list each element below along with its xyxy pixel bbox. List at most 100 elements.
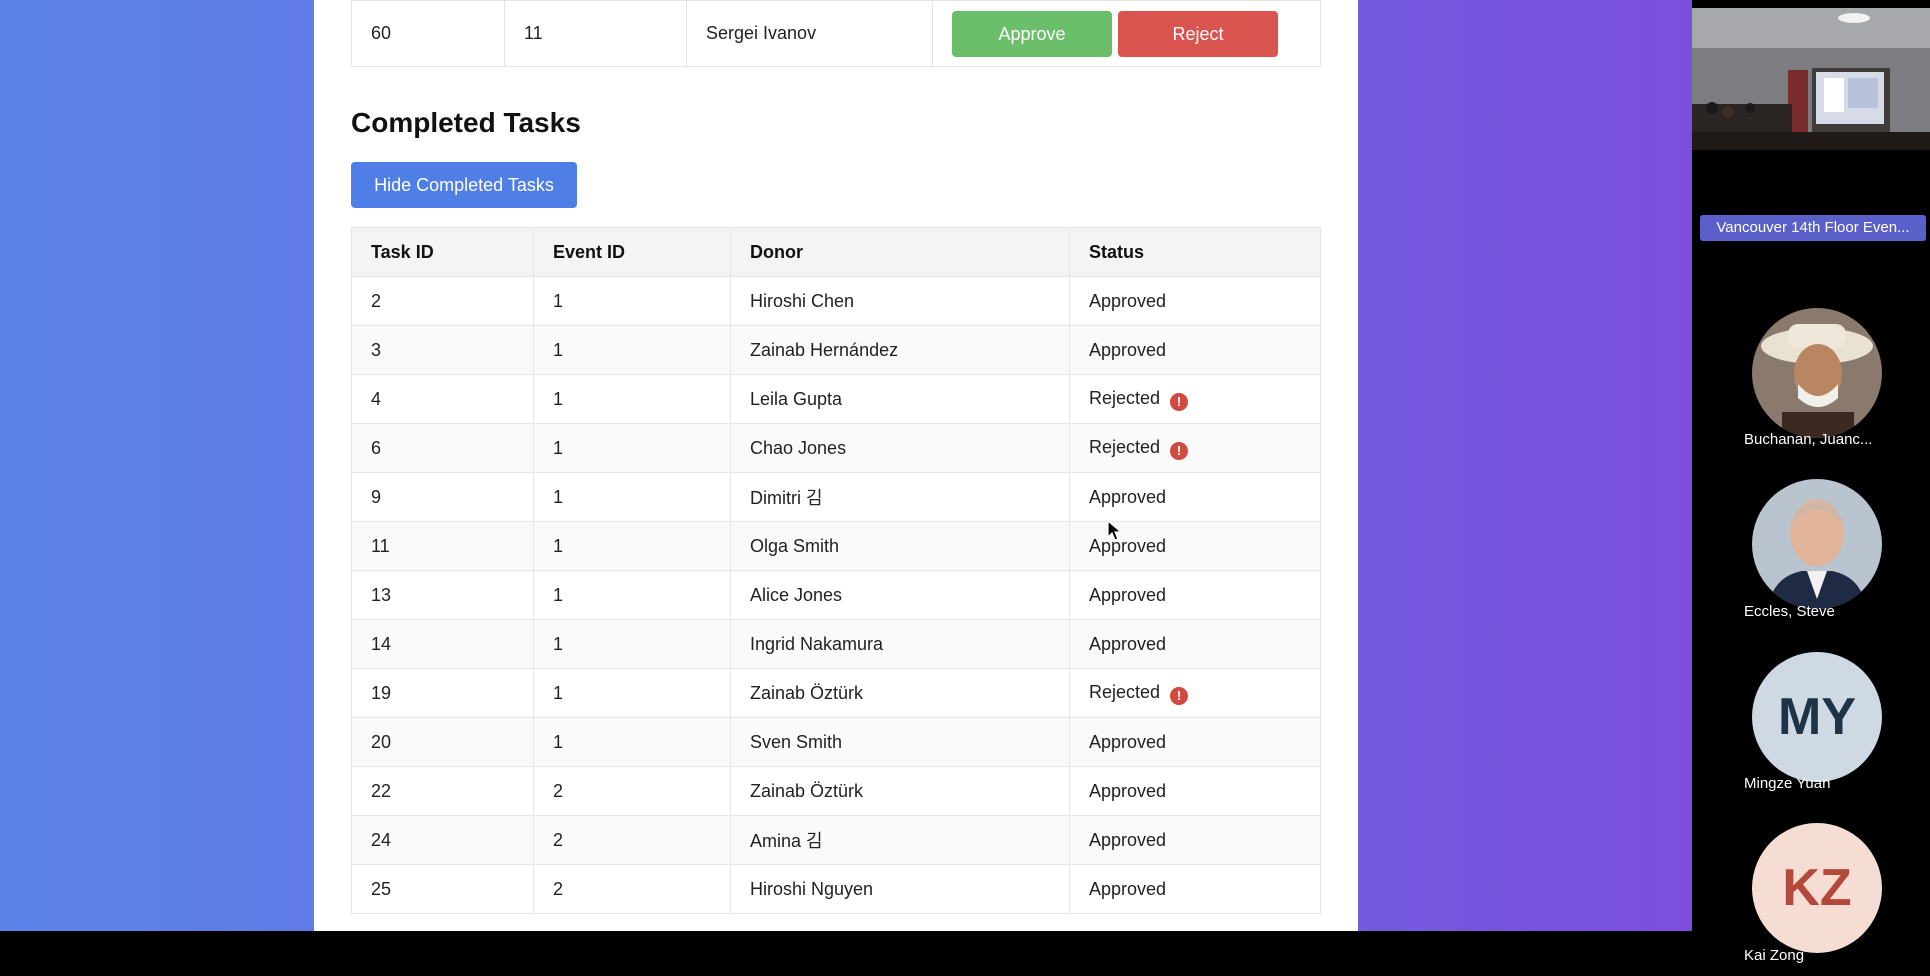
table-row: 6 1 Chao Jones Rejected!: [351, 423, 1321, 473]
pending-tasks-table: 60 11 Sergei Ivanov Approve Reject: [351, 0, 1321, 67]
column-header-event-id: Event ID: [533, 227, 731, 277]
task-id-cell: 9: [351, 472, 534, 522]
avatar: [1752, 479, 1882, 609]
hide-completed-tasks-button[interactable]: Hide Completed Tasks: [351, 162, 577, 208]
table-row: 11 1 Olga Smith Approved: [351, 521, 1321, 571]
donor-cell: Zainab Hernández: [730, 325, 1070, 375]
event-id-cell: 1: [533, 619, 731, 669]
status-label: Approved: [1089, 486, 1167, 507]
donor-cell: Chao Jones: [730, 423, 1070, 473]
completed-tasks-table: Task ID Event ID Donor Status 2 1 Hiroshi …: [351, 227, 1321, 914]
task-id-cell: 13: [351, 570, 534, 620]
event-id-cell: 11: [504, 0, 687, 67]
table-row: 19 1 Zainab Öztürk Rejected!: [351, 668, 1321, 718]
donor-cell: Amina 김: [730, 815, 1070, 865]
participant-name: Kai Zong: [1744, 947, 1805, 964]
event-id-cell: 1: [533, 668, 731, 718]
status-label: Approved: [1089, 829, 1167, 850]
status-cell: Approved: [1069, 864, 1321, 914]
event-id-cell: 1: [533, 423, 731, 473]
donor-cell: Dimitri 김: [730, 472, 1070, 522]
status-label: Approved: [1089, 339, 1167, 360]
exclamation-circle-icon: !: [1170, 686, 1189, 705]
status-label: Approved: [1089, 535, 1167, 556]
status-label: Approved: [1089, 584, 1167, 605]
table-row: 20 1 Sven Smith Approved: [351, 717, 1321, 767]
table-row: 60 11 Sergei Ivanov Approve Reject: [351, 0, 1321, 67]
review-page: 60 11 Sergei Ivanov Approve Reject Comple…: [314, 0, 1358, 931]
status-cell: Approved: [1069, 815, 1321, 865]
event-id-cell: 2: [533, 864, 731, 914]
table-header-row: Task ID Event ID Donor Status: [351, 227, 1321, 277]
avatar: KZ: [1752, 823, 1882, 953]
reject-button[interactable]: Reject: [1118, 10, 1278, 57]
task-id-cell: 14: [351, 619, 534, 669]
table-row: 22 2 Zainab Öztürk Approved: [351, 766, 1321, 816]
table-row: 13 1 Alice Jones Approved: [351, 570, 1321, 620]
completed-tasks-heading: Completed Tasks: [351, 107, 581, 138]
room-name-label: Vancouver 14th Floor Even...: [1700, 215, 1926, 241]
status-label: Approved: [1089, 878, 1167, 899]
task-id-cell: 22: [351, 766, 534, 816]
mouse-cursor-icon: [1107, 520, 1123, 541]
event-id-cell: 1: [533, 570, 731, 620]
table-row: 25 2 Hiroshi Nguyen Approved: [351, 864, 1321, 914]
event-id-cell: 2: [533, 815, 731, 865]
donor-cell: Sergei Ivanov: [686, 0, 933, 67]
task-id-cell: 6: [351, 423, 534, 473]
task-id-cell: 60: [351, 0, 505, 67]
task-id-cell: 25: [351, 864, 534, 914]
status-label: Approved: [1089, 731, 1167, 752]
donor-cell: Sven Smith: [730, 717, 1070, 767]
participant-photo-icon: [1752, 479, 1882, 609]
column-header-task-id: Task ID: [351, 227, 534, 277]
donor-cell: Hiroshi Chen: [730, 276, 1070, 326]
status-label: Rejected: [1089, 681, 1161, 702]
avatar: MY: [1752, 652, 1882, 782]
participant-name: Mingze Yuan: [1744, 775, 1831, 792]
participant-name: Buchanan, Juanc...: [1744, 431, 1873, 448]
donor-cell: Alice Jones: [730, 570, 1070, 620]
event-id-cell: 1: [533, 325, 731, 375]
task-id-cell: 20: [351, 717, 534, 767]
task-id-cell: 11: [351, 521, 534, 571]
donor-cell: Hiroshi Nguyen: [730, 864, 1070, 914]
status-cell: Approved: [1069, 472, 1321, 522]
status-cell: Rejected!: [1069, 668, 1321, 718]
exclamation-circle-icon: !: [1170, 441, 1189, 460]
task-id-cell: 19: [351, 668, 534, 718]
status-cell: Rejected!: [1069, 423, 1321, 473]
table-row: 3 1 Zainab Hernández Approved: [351, 325, 1321, 375]
event-id-cell: 1: [533, 521, 731, 571]
table-row: 9 1 Dimitri 김 Approved: [351, 472, 1321, 522]
task-id-cell: 3: [351, 325, 534, 375]
participant-name: Eccles, Steve: [1744, 603, 1835, 620]
donor-cell: Olga Smith: [730, 521, 1070, 571]
exclamation-circle-icon: !: [1170, 392, 1189, 411]
task-id-cell: 4: [351, 374, 534, 424]
status-label: Rejected: [1089, 436, 1161, 457]
room-video-feed[interactable]: [1692, 8, 1930, 150]
status-label: Approved: [1089, 290, 1167, 311]
participant-photo-icon: [1752, 308, 1882, 438]
event-id-cell: 2: [533, 766, 731, 816]
status-cell: Approved: [1069, 570, 1321, 620]
event-id-cell: 1: [533, 717, 731, 767]
bottom-bar: [0, 931, 1692, 976]
task-id-cell: 24: [351, 815, 534, 865]
status-label: Approved: [1089, 633, 1167, 654]
donor-cell: Zainab Öztürk: [730, 766, 1070, 816]
status-cell: Approved: [1069, 619, 1321, 669]
donor-cell: Leila Gupta: [730, 374, 1070, 424]
task-id-cell: 2: [351, 276, 534, 326]
approve-button[interactable]: Approve: [952, 10, 1112, 57]
status-cell: Approved: [1069, 766, 1321, 816]
shared-screen: 60 11 Sergei Ivanov Approve Reject Comple…: [0, 0, 1692, 931]
completed-tasks-body: 2 1 Hiroshi Chen Approved 3 1 Zainab Hernández…: [351, 276, 1321, 914]
column-header-donor: Donor: [730, 227, 1070, 277]
event-id-cell: 1: [533, 472, 731, 522]
avatar: [1752, 308, 1882, 438]
actions-cell: Approve Reject: [932, 0, 1321, 67]
column-header-status: Status: [1069, 227, 1321, 277]
event-id-cell: 1: [533, 276, 731, 326]
